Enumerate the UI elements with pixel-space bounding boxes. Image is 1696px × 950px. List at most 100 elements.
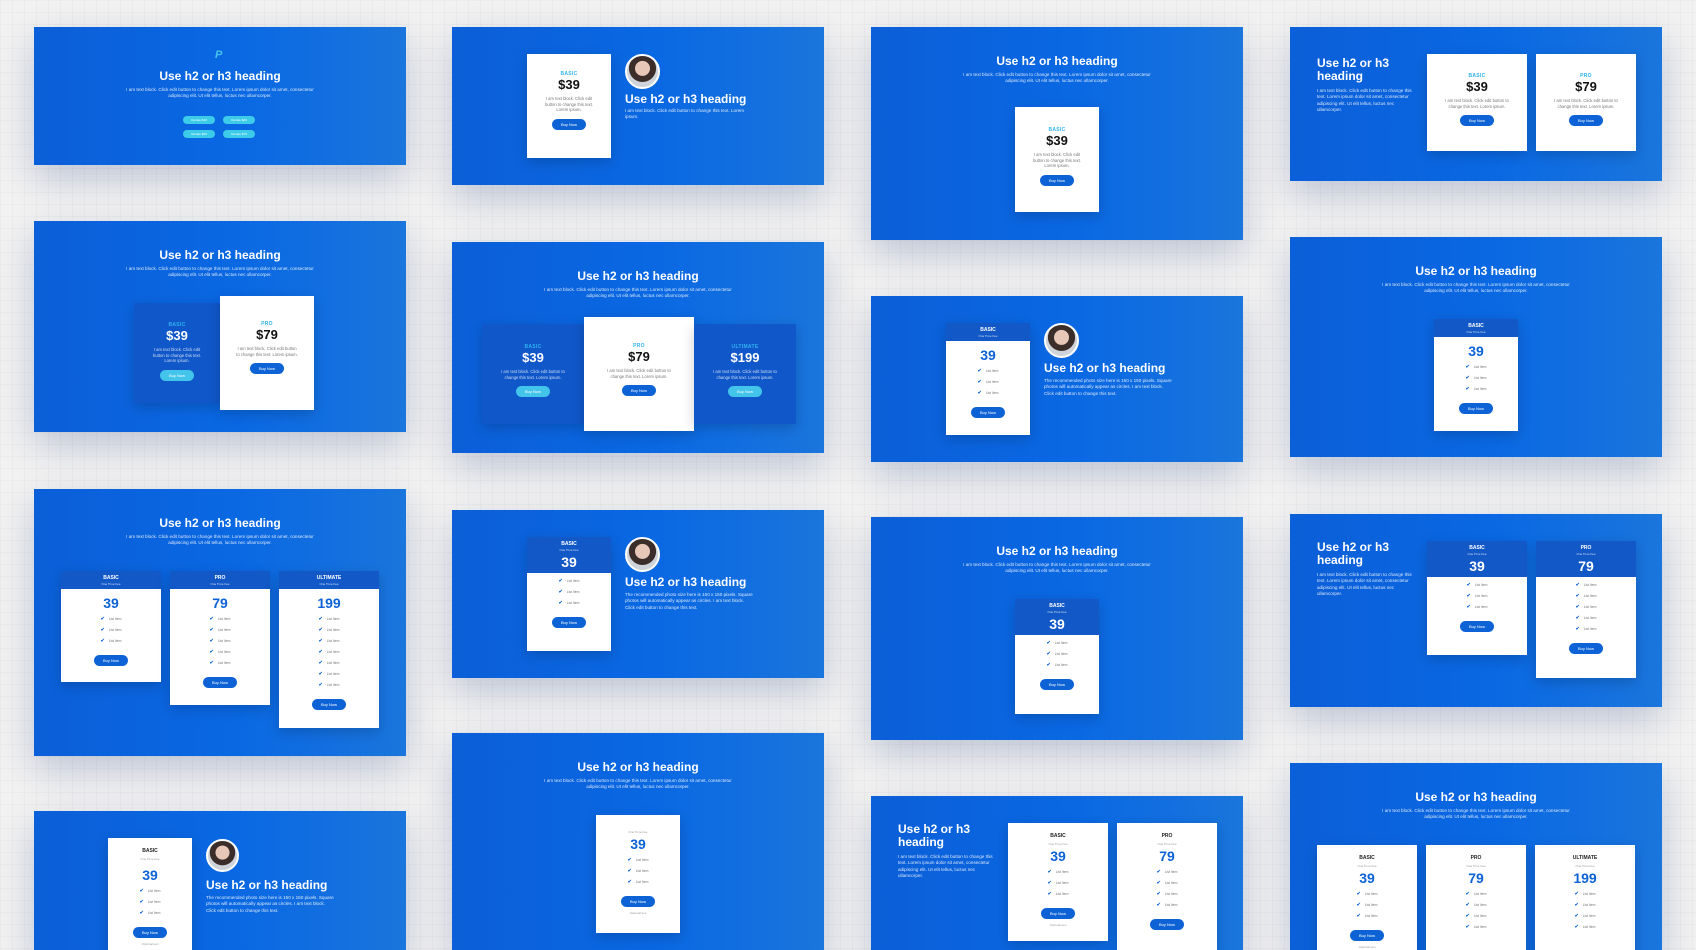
template-two-tables-side-heading[interactable]: Use h2 or h3 heading I am text block. Cl…	[871, 796, 1243, 950]
check-icon: ✔	[1465, 364, 1470, 370]
tier-name: PRO	[1580, 545, 1592, 551]
buy-now-button[interactable]: Buy Now	[202, 677, 237, 688]
donate-button[interactable]: Donate $10	[183, 116, 215, 124]
feature-item: ✔ List Item	[596, 857, 680, 863]
check-icon: ✔	[318, 616, 323, 622]
feature-item: ✔ List Item	[279, 671, 379, 677]
buy-now-button[interactable]: Buy Now	[551, 617, 586, 628]
feature-item: ✔ List Item	[279, 627, 379, 633]
buy-now-button[interactable]: Buy Now	[1349, 930, 1384, 941]
buy-now-button[interactable]: Buy Now	[621, 385, 656, 396]
check-icon: ✔	[1046, 640, 1051, 646]
heading: Use h2 or h3 heading	[159, 248, 281, 262]
feature-item: ✔ List Item	[279, 638, 379, 644]
template-three-tier-cards[interactable]: Use h2 or h3 heading I am text block. Cl…	[452, 242, 824, 453]
donate-button[interactable]: Donate $75	[223, 130, 255, 138]
template-table-with-photo[interactable]: BASIC One Time Fee 39 ✔ List Item ✔ List Ite…	[452, 510, 824, 678]
template-single-table[interactable]: Use h2 or h3 heading I am text block. Cl…	[1290, 237, 1662, 457]
feature-item: ✔ List Item	[1008, 880, 1108, 886]
pricing-table-basic: BASIC One Time Fee 39 ✔ List Item ✔ List Ite…	[1427, 541, 1527, 655]
feature-item: ✔ List Item	[1434, 364, 1518, 370]
buy-now-button[interactable]: Buy Now	[132, 927, 167, 938]
buy-now-button[interactable]: Buy Now	[1459, 621, 1494, 632]
feature-label: List Item	[1054, 663, 1068, 667]
template-card-with-photo[interactable]: BASIC $39 I am text block. Click edit bu…	[452, 27, 824, 185]
buy-now-button[interactable]: Buy Now	[93, 655, 128, 666]
tier-name: BASIC	[103, 575, 119, 581]
feature-label: List Item	[1583, 583, 1597, 587]
template-table-with-photo[interactable]: BASIC One Time Fee 39 ✔ List Item ✔ List I…	[34, 811, 406, 950]
buy-now-button[interactable]: Buy Now	[1149, 919, 1184, 930]
buy-now-button[interactable]: Buy Now	[1568, 115, 1603, 126]
template-three-tier-table[interactable]: Use h2 or h3 heading I am text block. Cl…	[1290, 763, 1662, 950]
template-single-table[interactable]: Use h2 or h3 heading I am text block. Cl…	[871, 517, 1243, 740]
check-icon: ✔	[1156, 880, 1161, 886]
pricing-table-basic: BASIC One Time Fee 39 ✔ List Item ✔ List Ite…	[1015, 599, 1099, 714]
pricing-card-pro: PRO $79 I am text block. Click edit butt…	[1536, 54, 1636, 151]
buy-now-button[interactable]: Buy Now	[159, 369, 194, 381]
buy-now-button[interactable]: Buy Now	[1040, 908, 1075, 919]
card-text: I am text block. Click edit button to ch…	[236, 346, 298, 357]
buy-now-button[interactable]: Buy Now	[1459, 115, 1494, 126]
price: $199	[730, 350, 760, 365]
buy-now-button[interactable]: Buy Now	[249, 363, 284, 374]
profile-photo	[625, 537, 660, 572]
donate-button[interactable]: Donate $25	[183, 130, 215, 138]
heading: Use h2 or h3 heading	[1317, 540, 1390, 567]
feature-item: ✔ List Item	[1434, 386, 1518, 392]
buy-now-button[interactable]: Buy Now	[1039, 679, 1074, 690]
price: 39	[1049, 616, 1065, 632]
feature-item: ✔ List Item	[596, 868, 680, 874]
pricing-table-basic: BASIC One Time Fee 39 ✔ List Item ✔ List Ite…	[527, 537, 611, 651]
check-icon: ✔	[1465, 902, 1470, 908]
buy-now-button[interactable]: Buy Now	[1039, 174, 1074, 186]
buy-now-button[interactable]: Buy Now	[970, 407, 1005, 418]
feature-label: List Item	[1473, 892, 1487, 896]
pricing-table-basic: BASIC One Time Fee 39 ✔ List Item ✔ List I…	[1317, 845, 1417, 950]
heading: Use h2 or h3 heading	[625, 575, 747, 589]
template-two-tables-side-heading[interactable]: Use h2 or h3 heading I am text block. Cl…	[1290, 514, 1662, 707]
template-table-with-photo[interactable]: BASIC One Time Fee 39 ✔ List Item ✔ List It…	[871, 296, 1243, 462]
card-text: I am text block. Click edit button to ch…	[713, 369, 777, 380]
text-block: I am text block. Click edit button to ch…	[963, 72, 1151, 84]
price: $39	[522, 350, 544, 365]
feature-item: ✔ List Item	[527, 600, 611, 606]
buy-now-button[interactable]: Buy Now	[551, 118, 586, 130]
feature-item: ✔ List Item	[1535, 924, 1635, 930]
template-three-tier-table[interactable]: Use h2 or h3 heading I am text block. Cl…	[34, 489, 406, 756]
check-icon: ✔	[1047, 869, 1052, 875]
buy-now-button[interactable]: Buy Now	[311, 699, 346, 710]
donate-button[interactable]: Donate $20	[223, 116, 255, 124]
text-block: I am text block. Click edit button to ch…	[126, 534, 314, 546]
fee-label: One Time Fee	[1157, 842, 1177, 846]
feature-item: ✔ List Item	[1008, 869, 1108, 875]
feature-label: List Item	[1164, 870, 1178, 874]
feature-label: List Item	[217, 661, 231, 665]
buy-now-button[interactable]: Buy Now	[727, 386, 762, 397]
tier-name: BASIC	[1469, 545, 1485, 551]
fee-label: One Time Fee	[210, 582, 230, 586]
buy-now-button[interactable]: Buy Now	[1458, 403, 1493, 414]
template-two-cards-side-heading[interactable]: Use h2 or h3 heading I am text block. Cl…	[1290, 27, 1662, 181]
buy-now-button[interactable]: Buy Now	[620, 896, 655, 907]
check-icon: ✔	[209, 660, 214, 666]
check-icon: ✔	[1466, 604, 1471, 610]
pricing-table-basic: BASIC One Time Fee 39 ✔ List Item ✔ List It…	[1434, 319, 1518, 431]
buy-now-button[interactable]: Buy Now	[515, 386, 550, 397]
template-paypal-donate[interactable]: P Use h2 or h3 heading I am text block. …	[34, 27, 406, 165]
check-icon: ✔	[1574, 924, 1579, 930]
template-single-table[interactable]: Use h2 or h3 heading I am text block. Cl…	[452, 733, 824, 950]
template-single-card[interactable]: Use h2 or h3 heading I am text block. Cl…	[871, 27, 1243, 240]
table-header: BASIC One Time Fee 39	[1427, 541, 1527, 577]
check-icon: ✔	[1156, 869, 1161, 875]
feature-label: List Item	[326, 628, 340, 632]
template-two-tier-cards[interactable]: Use h2 or h3 heading I am text block. Cl…	[34, 221, 406, 432]
pricing-table-pro: PRO One Time Fee 79 ✔ List Item ✔ List Ite…	[1426, 845, 1526, 950]
pricing-card-basic: BASIC $39 I am text block. Click edit bu…	[527, 54, 611, 158]
buy-now-button[interactable]: Buy Now	[1568, 643, 1603, 654]
table-header: PRO One Time Fee 79	[1536, 541, 1636, 577]
feature-item: ✔ List Item	[1427, 593, 1527, 599]
check-icon: ✔	[318, 671, 323, 677]
feature-item: ✔ List Item	[108, 899, 192, 905]
text-block: I am text block. Click edit button to ch…	[126, 266, 314, 278]
